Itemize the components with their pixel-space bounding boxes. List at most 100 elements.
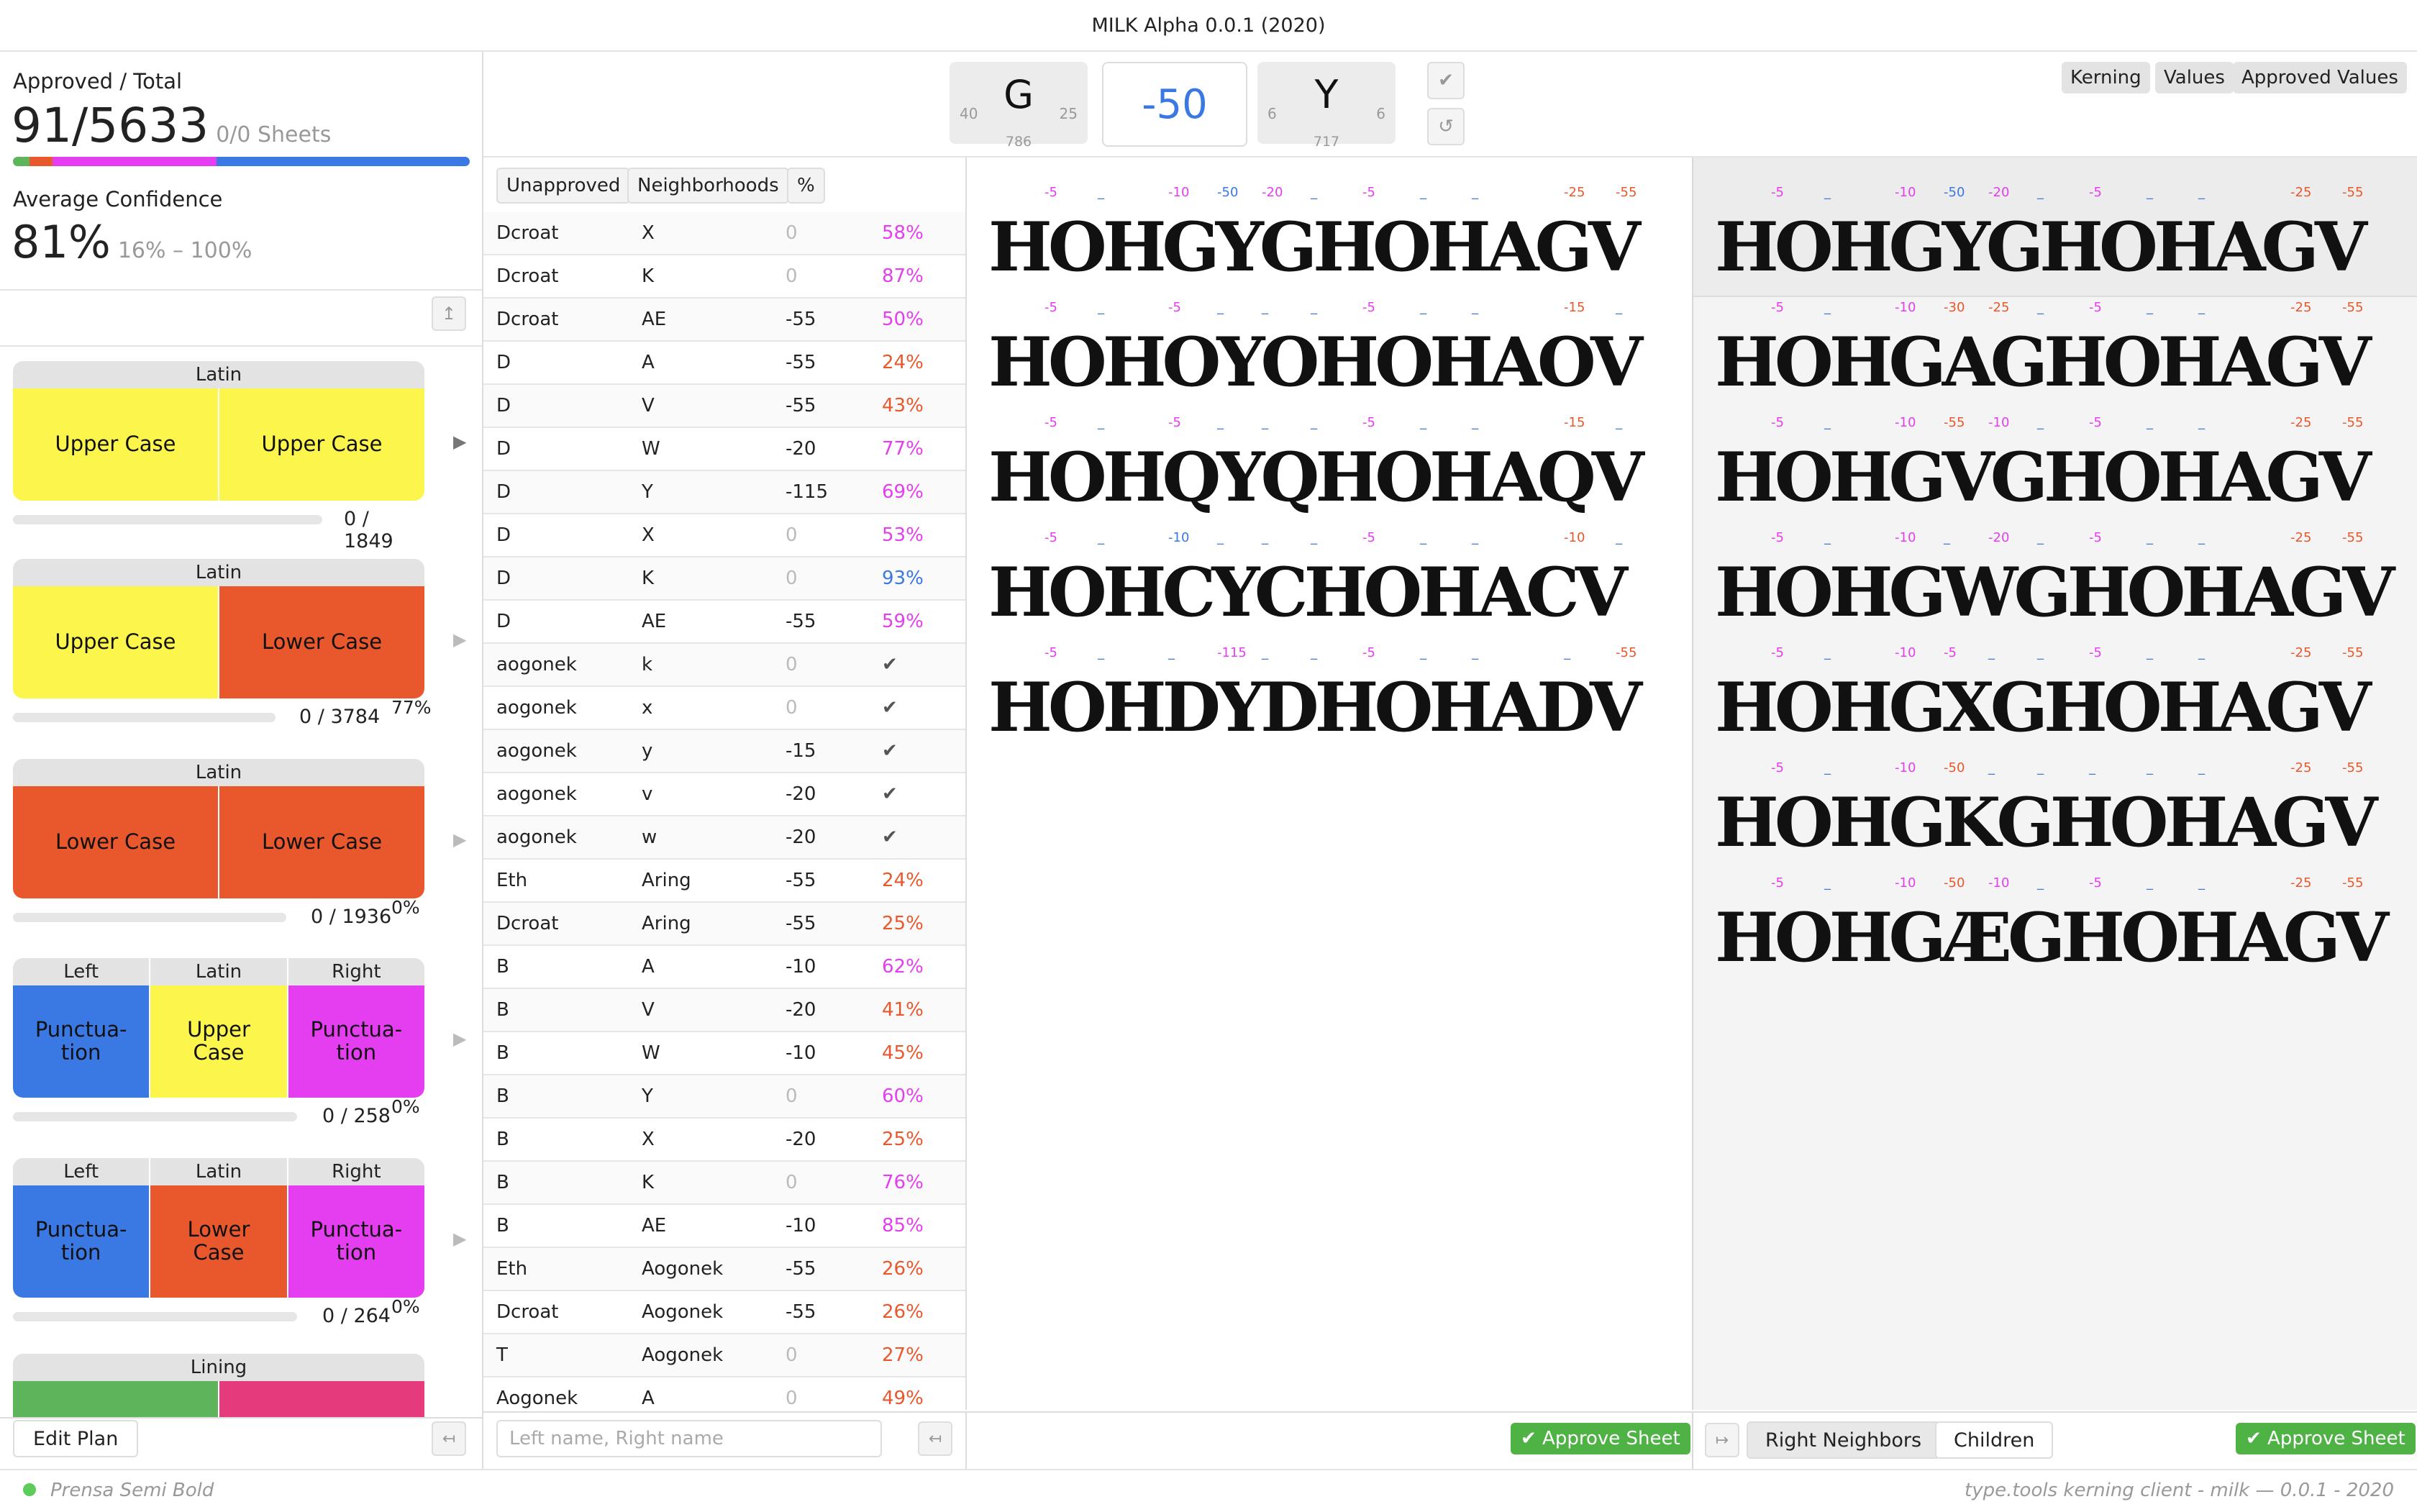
toggle-values[interactable]: Values: [2155, 62, 2234, 94]
plan-card[interactable]: Left Latin Right Punctua- tion Upper Case Pun…: [13, 958, 466, 1127]
preview-line[interactable]: -5 _ -10 -5 _ _ -5 _ _ -25 -55 HOHGXGHOHAGV: [1715, 645, 2405, 746]
approve-sheet-button-right[interactable]: ✔ Approve Sheet: [2236, 1423, 2416, 1454]
plan-card-header: Latin: [13, 759, 424, 786]
table-cell: 0: [786, 222, 798, 244]
table-row[interactable]: D W -20 77%: [483, 428, 965, 471]
kerning-mark: -55: [2342, 760, 2364, 775]
table-row[interactable]: Eth Aogonek -55 26%: [483, 1248, 965, 1291]
table-row[interactable]: B X -20 25%: [483, 1119, 965, 1162]
plan-card-header: Right: [288, 1158, 424, 1185]
play-icon[interactable]: ▶: [453, 432, 466, 452]
table-row[interactable]: B V -20 41%: [483, 989, 965, 1032]
table-row[interactable]: B AE -10 85%: [483, 1205, 965, 1248]
table-row[interactable]: B W -10 45%: [483, 1032, 965, 1075]
table-row[interactable]: D K 0 93%: [483, 557, 965, 601]
play-icon[interactable]: ▶: [453, 629, 466, 650]
preview-line[interactable]: -5 _ -10 -30 -25 _ -5 _ _ -25 -55 HOHGAGHOHAGV: [1715, 300, 2405, 401]
table-cell: -55: [786, 395, 816, 416]
approve-sheet-button[interactable]: ✔ Approve Sheet: [1511, 1423, 1690, 1454]
preview-line[interactable]: -5 _ -10 -50 _ _ _ _ _ -25 -55 HOHGKGHOHAGV: [1715, 760, 2405, 861]
table-row[interactable]: Dcroat AE -55 50%: [483, 299, 965, 342]
table-cell: aogonek: [496, 826, 577, 848]
filter-neighborhoods[interactable]: Neighborhoods: [627, 168, 789, 204]
confirm-pair-icon[interactable]: ✔: [1427, 62, 1465, 99]
pair-search-input[interactable]: [496, 1420, 882, 1457]
table-row[interactable]: Dcroat Aogonek -55 26%: [483, 1291, 965, 1334]
edit-plan-button[interactable]: Edit Plan: [13, 1420, 139, 1457]
right-glyph-box[interactable]: Y 6 6 717: [1257, 62, 1396, 150]
table-row[interactable]: D Y -115 69%: [483, 471, 965, 514]
table-row[interactable]: D X 0 53%: [483, 514, 965, 557]
toggle-kerning[interactable]: Kerning: [2062, 62, 2150, 94]
kerning-mark: _: [2198, 300, 2205, 315]
preview-line[interactable]: -5 _ -5 _ _ _ -5 _ _ -15 _ HOHQYQHOHAQV: [988, 415, 1679, 516]
table-row[interactable]: aogonek x 0 ✔: [483, 687, 965, 730]
kerning-value-field[interactable]: -50: [1102, 62, 1247, 147]
tab-right-neighbors[interactable]: Right Neighbors: [1747, 1421, 1941, 1459]
plan-count: 0 / 258: [322, 1105, 391, 1127]
kerning-mark: -55: [1616, 645, 1637, 660]
table-row[interactable]: aogonek k 0 ✔: [483, 644, 965, 687]
table-cell: K: [642, 1172, 655, 1193]
table-cell: D: [496, 611, 511, 632]
toggle-approved-values[interactable]: Approved Values: [2233, 62, 2407, 94]
left-glyph-rsb: 25: [1059, 105, 1078, 122]
kerning-mark: _: [1262, 300, 1268, 315]
kerning-mark: -55: [1616, 185, 1637, 200]
play-icon[interactable]: ▶: [453, 829, 466, 850]
plan-card[interactable]: Latin Lower Case Lower Case ▶ 0 / 1936 0%: [13, 759, 466, 928]
table-row[interactable]: Dcroat K 0 87%: [483, 255, 965, 299]
table-row[interactable]: B A -10 62%: [483, 946, 965, 989]
kerning-mark: _: [2037, 645, 2044, 660]
expand-right-icon[interactable]: ↦: [1705, 1423, 1739, 1457]
table-row[interactable]: aogonek y -15 ✔: [483, 730, 965, 773]
kerning-mark: _: [2037, 530, 2044, 545]
preview-line[interactable]: -5 _ -10 _ -20 _ -5 _ _ -25 -55 HOHGWGHOHAGV: [1715, 530, 2405, 631]
preview-line[interactable]: -5 _ -10 -55 -10 _ -5 _ _ -25 -55 HOHGVGHOHAGV: [1715, 415, 2405, 516]
table-row[interactable]: D V -55 43%: [483, 385, 965, 428]
table-row[interactable]: Dcroat X 0 58%: [483, 212, 965, 255]
plan-card[interactable]: Latin Upper Case Upper Case ▶ 0 / 1849: [13, 361, 466, 552]
collapse-up-icon[interactable]: ↥: [432, 296, 466, 331]
kerning-mark: -115: [1217, 645, 1247, 660]
filter-unapproved[interactable]: Unapproved: [496, 168, 631, 204]
table-row[interactable]: aogonek w -20 ✔: [483, 816, 965, 860]
plan-card-header: Lining: [13, 1354, 424, 1381]
kerning-mark: -10: [1895, 760, 1916, 775]
kerning-mark: _: [1311, 415, 1317, 430]
preview-line[interactable]: -5 _ -5 _ _ _ -5 _ _ -15 _ HOHOYOHOHAOV: [988, 300, 1679, 401]
preview-line[interactable]: -5 _ -10 -50 -10 _ -5 _ _ -25 -55 HOHGÆGHOHAGV: [1715, 875, 2405, 976]
filter-percent[interactable]: %: [787, 168, 825, 204]
table-row[interactable]: D A -55 24%: [483, 342, 965, 385]
table-cell: B: [496, 1042, 509, 1064]
table-cell: 58%: [882, 222, 924, 244]
table-row[interactable]: D AE -55 59%: [483, 601, 965, 644]
table-row[interactable]: B Y 0 60%: [483, 1075, 965, 1119]
kerning-mark: -5: [1362, 185, 1375, 200]
table-row[interactable]: T Aogonek 0 27%: [483, 1334, 965, 1377]
kerning-mark: _: [1311, 645, 1317, 660]
kerning-mark: _: [1824, 415, 1831, 430]
plan-card[interactable]: Latin Upper Case Lower Case ▶ 0 / 3784 77%: [13, 559, 466, 728]
table-row[interactable]: Dcroat Aring -55 25%: [483, 903, 965, 946]
tab-children[interactable]: Children: [1935, 1421, 2054, 1459]
play-icon[interactable]: ▶: [453, 1229, 466, 1249]
table-row[interactable]: Aogonek A 0 49%: [483, 1377, 965, 1410]
collapse-left-icon[interactable]: ↤: [432, 1421, 466, 1456]
kerning-mark: -5: [1362, 300, 1375, 315]
table-row[interactable]: Eth Aring -55 24%: [483, 860, 965, 903]
reset-pair-icon[interactable]: ↺: [1427, 108, 1465, 145]
preview-line[interactable]: -5 _ -10 -50 -20 _ -5 _ _ -25 -55 HOHGYGHOHAGV: [988, 185, 1679, 286]
preview-line[interactable]: -5 _ -10 _ _ _ -5 _ _ -10 _ HOHCYCHOHACV: [988, 530, 1679, 631]
preview-line[interactable]: -5 _ _ -115 _ _ -5 _ _ _ -55 HOHDYDHOHADV: [988, 645, 1679, 746]
plan-card[interactable]: Left Latin Right Punctua- tion Lower Case Pun…: [13, 1158, 466, 1327]
pair-table-panel: Unapproved Neighborhoods % Dcroat X 0 58% Dc…: [483, 158, 967, 1410]
kerning-mark: _: [1944, 530, 1950, 545]
table-row[interactable]: aogonek v -20 ✔: [483, 773, 965, 816]
left-glyph-box[interactable]: G 40 25 786: [950, 62, 1088, 150]
play-icon[interactable]: ▶: [453, 1029, 466, 1049]
table-row[interactable]: B K 0 76%: [483, 1162, 965, 1205]
collapse-left-icon[interactable]: ↤: [918, 1421, 952, 1456]
preview-line[interactable]: -5 _ -10 -50 -20 _ -5 _ _ -25 -55 HOHGYGHOHAGV: [1715, 185, 2405, 286]
table-cell: 24%: [882, 352, 924, 373]
